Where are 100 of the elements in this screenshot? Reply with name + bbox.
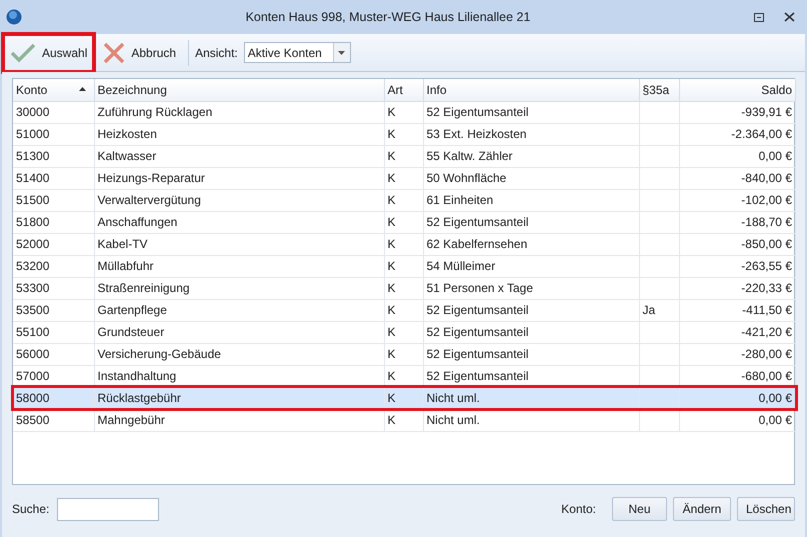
table-cell: 53500	[16, 303, 50, 317]
table-cell: K	[388, 413, 396, 427]
table-cell: -421,20 €	[741, 325, 792, 339]
table-cell: 0,00 €	[758, 391, 792, 405]
table-cell: -220,33 €	[741, 281, 792, 295]
table-cell: 52 Eigentumsanteil	[426, 347, 529, 361]
table-cell: -840,00 €	[741, 171, 792, 185]
delete-button[interactable]: Löschen	[737, 497, 795, 521]
table-cell: 58000	[16, 391, 50, 405]
close-icon	[103, 42, 126, 64]
table-cell: 52 Eigentumsanteil	[426, 215, 529, 229]
table-cell: Rücklastgebühr	[98, 391, 181, 405]
table-cell: K	[388, 127, 396, 141]
table-cell: -280,00 €	[741, 347, 792, 361]
window-title: Konten Haus 998, Muster-WEG Haus Lilienallee 21	[244, 8, 532, 26]
table-cell: -102,00 €	[741, 193, 792, 207]
table-cell: 51 Personen x Tage	[426, 281, 534, 295]
table-cell: K	[388, 193, 396, 207]
table-cell: K	[388, 237, 396, 251]
table-cell: -850,00 €	[741, 237, 792, 251]
caret-icon	[338, 50, 346, 54]
column-header[interactable]: Konto	[13, 79, 94, 101]
cancel-button[interactable]: Abbruch	[97, 34, 182, 70]
table-cell: K	[388, 281, 396, 295]
table-cell: Heizkosten	[98, 127, 157, 141]
table-cell: Kaltwasser	[98, 149, 156, 163]
new-button[interactable]: Neu	[612, 497, 667, 521]
table-cell: 53300	[16, 281, 50, 295]
table-cell: 62 Kabelfernsehen	[426, 237, 528, 251]
table-cell: -2.364,00 €	[731, 127, 792, 141]
table-cell: 52 Eigentumsanteil	[426, 325, 529, 339]
select-button[interactable]: Auswahl	[4, 34, 94, 70]
checkmark-icon	[10, 42, 36, 62]
table-cell: K	[388, 105, 396, 119]
table-cell: 55 Kaltw. Zähler	[426, 149, 513, 163]
table-cell: K	[388, 149, 396, 163]
table-cell: Grundsteuer	[98, 325, 164, 339]
table-cell: -411,50 €	[742, 303, 792, 317]
table-cell: K	[388, 215, 396, 229]
table-cell: Gartenpflege	[98, 303, 167, 317]
column-header[interactable]: §35a	[639, 79, 679, 101]
table-cell: 54 Mülleimer	[426, 259, 496, 273]
table-cell: Heizungs-Reparatur	[98, 171, 205, 185]
restore-icon[interactable]	[754, 12, 764, 22]
search-label: Suche:	[12, 501, 50, 518]
table-cell: 0,00 €	[758, 149, 792, 163]
table-cell: 53 Ext. Heizkosten	[426, 127, 527, 141]
search-field[interactable]	[57, 498, 160, 520]
table-cell: K	[388, 347, 396, 361]
table-cell: Nicht uml.	[426, 391, 480, 405]
table-cell: K	[388, 369, 396, 383]
table-cell: -939,91 €	[741, 105, 792, 119]
table-cell: -263,55 €	[741, 259, 792, 273]
table-cell: 51400	[16, 171, 50, 185]
table-cell: 51000	[16, 127, 50, 141]
table-cell: Müllabfuhr	[98, 259, 154, 273]
table-cell: 61 Einheiten	[426, 193, 494, 207]
table-cell: 52 Eigentumsanteil	[426, 369, 529, 383]
column-header[interactable]: Saldo	[679, 79, 796, 101]
table-cell: 0,00 €	[758, 413, 792, 427]
table-cell: Ja	[642, 303, 656, 317]
edit-button[interactable]: Ändern	[673, 497, 731, 521]
account-label: Konto:	[561, 501, 596, 518]
view-label: Ansicht:	[195, 44, 238, 62]
table-cell: 30000	[16, 105, 50, 119]
table-cell: K	[388, 171, 396, 185]
table-cell: 57000	[16, 369, 50, 383]
column-header[interactable]: Info	[423, 79, 639, 101]
table-cell: -188,70 €	[741, 215, 792, 229]
table-cell: -680,00 €	[741, 369, 792, 383]
table-cell: 53200	[16, 259, 50, 273]
table-cell: Kabel-TV	[98, 237, 148, 251]
table-cell: 50 Wohnfläche	[426, 171, 506, 185]
table-cell: Mahngebühr	[98, 413, 165, 427]
table-cell: 51300	[16, 149, 50, 163]
column-header[interactable]: Bezeichnung	[94, 79, 384, 101]
table-cell: 52 Eigentumsanteil	[426, 105, 529, 119]
table-cell: 58500	[16, 413, 50, 427]
table-cell: 51800	[16, 215, 50, 229]
table-cell: Versicherung-Gebäude	[98, 347, 221, 361]
app-logo-icon	[6, 9, 22, 25]
table-cell: K	[388, 303, 396, 317]
column-header[interactable]: Art	[384, 79, 423, 101]
table-cell: Nicht uml.	[426, 413, 480, 427]
table-cell: Verwaltervergütung	[98, 193, 201, 207]
view-dropdown[interactable]: Aktive Konten	[244, 42, 351, 63]
table-cell: 56000	[16, 347, 50, 361]
table-cell: 52 Eigentumsanteil	[426, 303, 529, 317]
sort-ascending-icon	[78, 87, 86, 91]
table-cell: K	[388, 391, 396, 405]
table-cell: Instandhaltung	[98, 369, 176, 383]
table-cell: 52000	[16, 237, 50, 251]
table-cell: K	[388, 259, 396, 273]
table-cell: Anschaffungen	[98, 215, 178, 229]
table-cell: 55100	[16, 325, 50, 339]
table-cell: K	[388, 325, 396, 339]
table-cell: Straßenreinigung	[98, 281, 190, 295]
close-icon[interactable]	[784, 12, 795, 22]
table-cell: 51500	[16, 193, 50, 207]
table-cell: Zuführung Rücklagen	[98, 105, 212, 119]
